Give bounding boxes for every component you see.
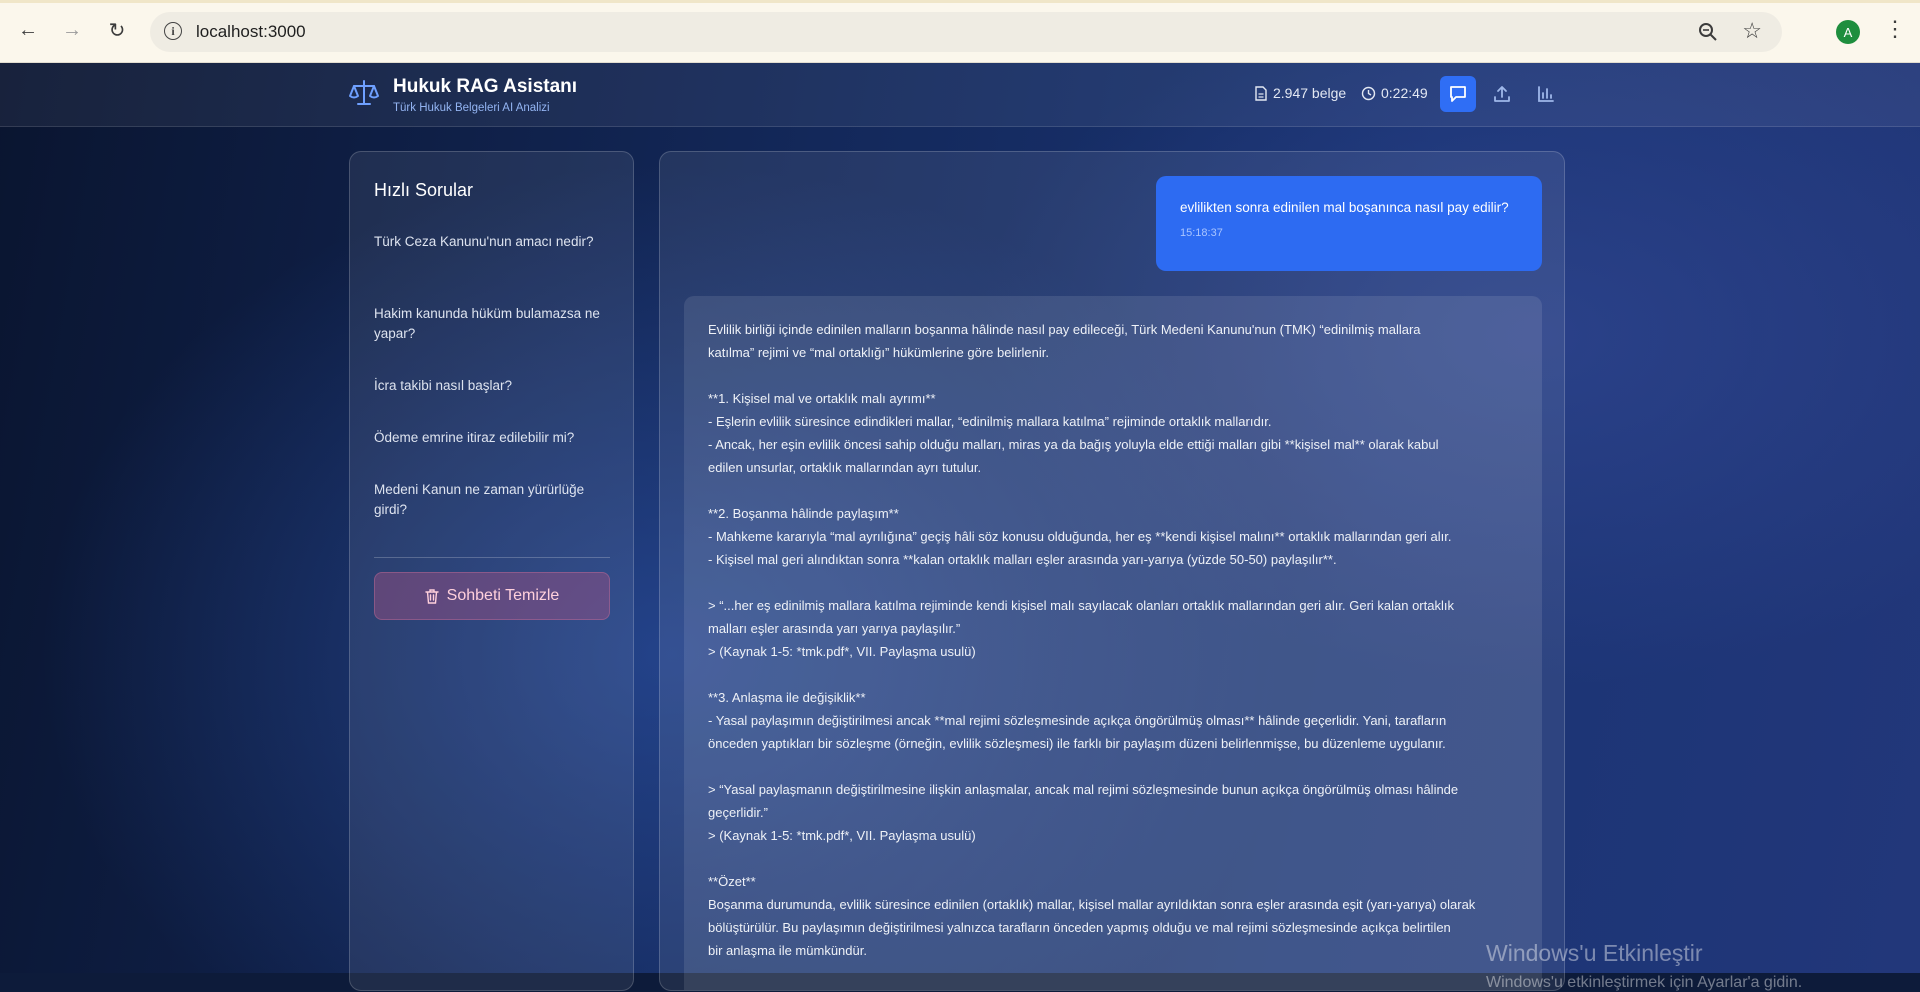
- session-timer: 0:22:49: [1361, 85, 1428, 101]
- quick-questions-panel: Hızlı Sorular Türk Ceza Kanunu'nun amacı…: [349, 151, 634, 991]
- session-timer-text: 0:22:49: [1381, 85, 1428, 101]
- quick-questions-title: Hızlı Sorular: [374, 180, 474, 200]
- upload-button[interactable]: [1484, 76, 1520, 112]
- app-title: Hukuk RAG Asistanı: [393, 76, 578, 97]
- answer-line: > (Kaynak 1-5: *tmk.pdf*, VII. Paylaşma …: [708, 644, 976, 659]
- answer-paragraph: > “...her eş edinilmiş mallara katılma r…: [708, 594, 1518, 663]
- url-text[interactable]: localhost:3000: [196, 22, 306, 42]
- answer-line: **Özet**: [708, 874, 756, 889]
- bookmark-star-icon[interactable]: ☆: [1742, 18, 1762, 44]
- app-subtitle: Türk Hukuk Belgeleri AI Analizi: [393, 102, 550, 114]
- answer-line: katılma” rejimi ve “mal ortaklığı” hüküm…: [708, 345, 1050, 360]
- user-message-bubble: evlilikten sonra edinilen mal boşanınca …: [1156, 176, 1542, 271]
- scales-of-justice-icon: [349, 80, 379, 105]
- answer-line: önceden yaptıkları bir sözleşme (örneğin…: [708, 736, 1446, 751]
- document-icon: [1255, 85, 1267, 101]
- site-info-icon[interactable]: i: [164, 22, 182, 40]
- answer-line: > (Kaynak 1-5: *tmk.pdf*, VII. Paylaşma …: [708, 828, 976, 843]
- user-message-text: evlilikten sonra edinilen mal boşanınca …: [1180, 200, 1509, 215]
- trash-icon: [424, 588, 439, 604]
- answer-paragraph: Evlilik birliği içinde edinilen malların…: [708, 318, 1518, 364]
- clear-chat-label: Sohbeti Temizle: [446, 587, 560, 604]
- chat-panel: evlilikten sonra edinilen mal boşanınca …: [659, 151, 1565, 991]
- quick-question-item[interactable]: Hakim kanunda hüküm bulamazsa ne yapar?: [362, 304, 620, 344]
- answer-line: - Kişisel mal geri alındıktan sonra **ka…: [708, 552, 1337, 567]
- answer-line: > “Yasal paylaşmanın değiştirilmesine il…: [708, 782, 1459, 797]
- answer-line: - Eşlerin evlilik süresince edindikleri …: [708, 414, 1272, 429]
- address-bar[interactable]: i localhost:3000 ☆: [150, 12, 1782, 52]
- answer-line: malları eşler arasında yarı yarıya payla…: [708, 621, 961, 636]
- back-icon[interactable]: ←: [14, 16, 42, 44]
- profile-avatar[interactable]: A: [1836, 20, 1860, 44]
- user-message-time: 15:18:37: [1180, 227, 1223, 239]
- app-root: Hukuk RAG Asistanı Türk Hukuk Belgeleri …: [0, 63, 1920, 991]
- chat-bubble-icon: [1450, 86, 1466, 102]
- answer-paragraph: **3. Anlaşma ile değişiklik** - Yasal pay…: [708, 686, 1518, 755]
- activation-watermark-subtitle: Windows'u etkinleştirmek için Ayarlar'a …: [1486, 974, 1803, 991]
- document-count: 2.947 belge: [1254, 85, 1346, 101]
- answer-line: - Yasal paylaşımın değiştirilmesi ancak …: [708, 713, 1447, 728]
- answer-line: Boşanma durumunda, evlilik süresince edi…: [708, 897, 1476, 912]
- document-count-text: 2.947 belge: [1273, 85, 1347, 101]
- chat-view-button[interactable]: [1440, 76, 1476, 112]
- statistics-button[interactable]: [1528, 76, 1564, 112]
- assistant-message-bubble: Evlilik birliği içinde edinilen malların…: [684, 296, 1542, 990]
- quick-question-item[interactable]: Türk Ceza Kanunu'nun amacı nedir?: [362, 232, 620, 252]
- quick-question-item[interactable]: İcra takibi nasıl başlar?: [362, 376, 620, 396]
- answer-line: geçerlidir.”: [708, 805, 768, 820]
- browser-tab-strip: [0, 0, 1920, 3]
- answer-paragraph: **1. Kişisel mal ve ortaklık malı ayrımı…: [708, 387, 1518, 479]
- browser-toolbar: ← → ↻ i localhost:3000 ☆ A ⋮: [0, 0, 1920, 63]
- clock-icon: [1361, 86, 1376, 100]
- answer-line: edilen unsurlar, ortaklık mallarından ay…: [708, 460, 982, 475]
- activation-watermark-title: Windows'u Etkinleştir: [1486, 940, 1703, 966]
- sidebar-divider: [374, 557, 610, 558]
- zoom-icon[interactable]: [1696, 20, 1720, 44]
- answer-line: **2. Boşanma hâlinde paylaşım**: [708, 506, 899, 521]
- answer-line: - Mahkeme kararıyla “mal ayrılığına” geç…: [708, 529, 1452, 544]
- bar-chart-icon: [1538, 86, 1554, 102]
- forward-icon[interactable]: →: [58, 16, 86, 44]
- quick-question-item[interactable]: Ödeme emrine itiraz edilebilir mi?: [362, 428, 620, 448]
- answer-line: bölüştürülür. Bu paylaşımın değiştirilme…: [708, 920, 1451, 935]
- upload-icon: [1494, 86, 1510, 102]
- app-header: Hukuk RAG Asistanı Türk Hukuk Belgeleri …: [0, 63, 1920, 127]
- answer-paragraph: **2. Boşanma hâlinde paylaşım** - Mahkeme…: [708, 502, 1518, 571]
- answer-line: **1. Kişisel mal ve ortaklık malı ayrımı…: [708, 391, 936, 406]
- answer-line: - Ancak, her eşin evlilik öncesi sahip o…: [708, 437, 1439, 452]
- answer-paragraph: **Özet** Boşanma durumunda, evlilik süres…: [708, 870, 1518, 962]
- quick-question-item[interactable]: Medeni Kanun ne zaman yürürlüğe girdi?: [362, 480, 620, 520]
- answer-line: **3. Anlaşma ile değişiklik**: [708, 690, 866, 705]
- answer-line: bir anlaşma ile mümkündür.: [708, 943, 867, 958]
- answer-line: Evlilik birliği içinde edinilen malların…: [708, 322, 1421, 337]
- clear-chat-button[interactable]: Sohbeti Temizle: [374, 572, 610, 620]
- answer-line: > “...her eş edinilmiş mallara katılma r…: [708, 598, 1454, 613]
- reload-icon[interactable]: ↻: [103, 16, 131, 44]
- browser-menu-icon[interactable]: ⋮: [1884, 16, 1906, 42]
- answer-paragraph: > “Yasal paylaşmanın değiştirilmesine il…: [708, 778, 1518, 847]
